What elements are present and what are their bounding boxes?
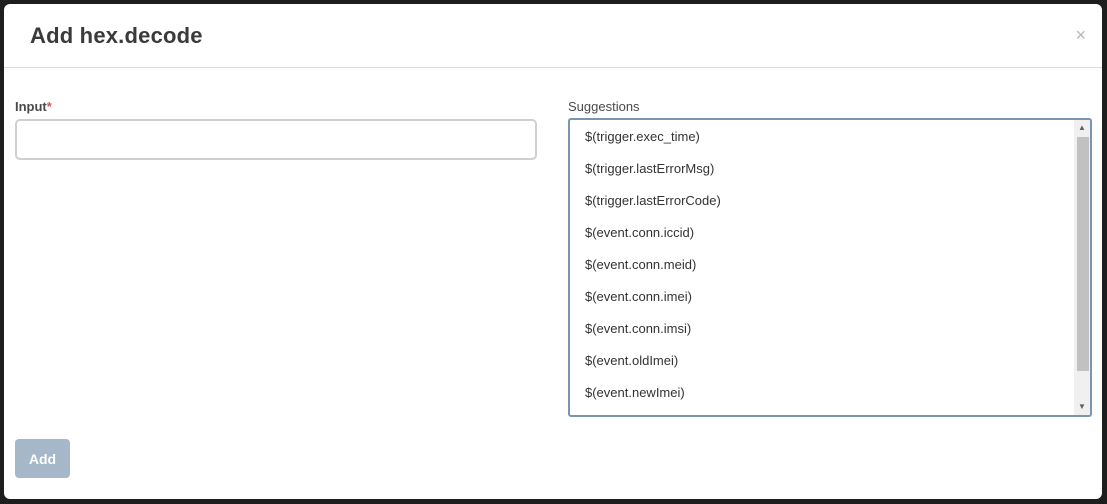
close-icon[interactable]: × <box>1075 26 1086 44</box>
suggestion-option[interactable]: $(trigger.lastErrorCode) <box>570 184 1074 216</box>
dialog-header: Add hex.decode × <box>4 4 1102 68</box>
add-button[interactable]: Add <box>15 439 70 478</box>
suggestions-listbox[interactable]: $(trigger.exec_time) $(trigger.lastErrorM… <box>568 118 1092 417</box>
scroll-down-icon[interactable]: ▼ <box>1074 399 1090 415</box>
suggestions-list: $(trigger.exec_time) $(trigger.lastErrorM… <box>570 120 1074 415</box>
suggestion-option[interactable]: $(trigger.exec_time) <box>570 120 1074 152</box>
add-hex-decode-dialog: Add hex.decode × Input* Suggestions $(tr… <box>4 4 1102 499</box>
suggestion-option[interactable]: $(event.newImei) <box>570 376 1074 408</box>
suggestion-option[interactable]: $(event.conn.meid) <box>570 248 1074 280</box>
scroll-thumb[interactable] <box>1077 137 1089 371</box>
suggestions-scrollbar[interactable]: ▲ ▼ <box>1074 120 1090 415</box>
suggestion-option[interactable]: $(event.oldImei) <box>570 344 1074 376</box>
scroll-up-icon[interactable]: ▲ <box>1074 120 1090 136</box>
suggestion-option[interactable]: $(event.conn.imsi) <box>570 312 1074 344</box>
suggestions-label: Suggestions <box>568 99 640 114</box>
input-label-text: Input <box>15 99 47 114</box>
suggestion-option[interactable]: $(event.conn.imei) <box>570 280 1074 312</box>
input-field[interactable] <box>15 119 537 160</box>
suggestion-option[interactable]: $(trigger.lastErrorMsg) <box>570 152 1074 184</box>
required-marker: * <box>46 99 52 114</box>
suggestion-option[interactable]: $(event.conn.iccid) <box>570 216 1074 248</box>
dialog-title: Add hex.decode <box>30 23 203 48</box>
input-label: Input* <box>15 99 52 114</box>
